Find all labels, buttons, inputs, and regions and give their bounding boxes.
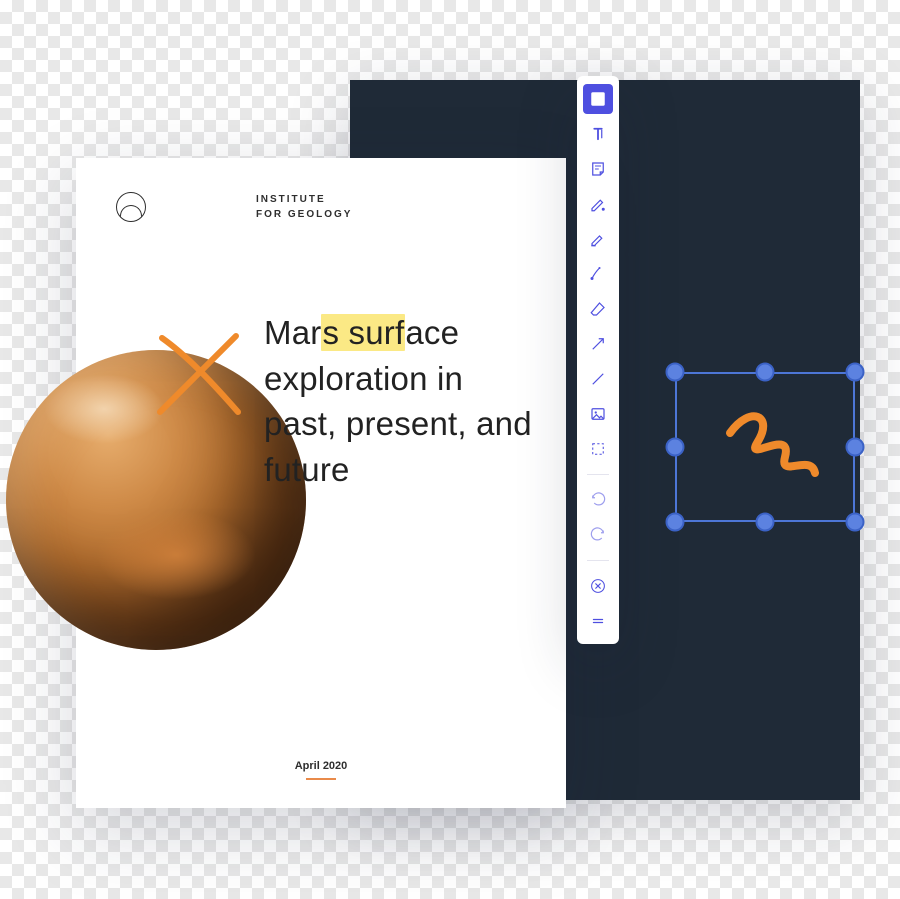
selection-frame[interactable] xyxy=(675,372,855,522)
eraser-tool[interactable] xyxy=(583,294,613,324)
text-box-tool[interactable] xyxy=(583,84,613,114)
close-icon xyxy=(589,577,607,595)
arrow-icon xyxy=(589,335,607,353)
document-page[interactable]: INSTITUTE FOR GEOLOGY Mars surface explo… xyxy=(76,158,566,808)
pen-tool[interactable] xyxy=(583,189,613,219)
selection-handle-e[interactable] xyxy=(846,438,865,457)
selection-handle-s[interactable] xyxy=(756,513,775,532)
logo-icon xyxy=(116,192,146,222)
toolbar-divider xyxy=(587,560,609,561)
drag-handle[interactable] xyxy=(583,606,613,636)
note-tool[interactable] xyxy=(583,154,613,184)
ink-icon xyxy=(589,265,607,283)
text-box-icon xyxy=(589,90,607,108)
crop-icon xyxy=(589,440,607,458)
redo-icon xyxy=(589,526,607,544)
annotation-toolbar xyxy=(577,76,619,644)
ink-tool[interactable] xyxy=(583,259,613,289)
image-icon xyxy=(589,405,607,423)
stage: INSTITUTE FOR GEOLOGY Mars surface explo… xyxy=(0,0,900,899)
selection-rect xyxy=(675,372,855,522)
selection-handle-n[interactable] xyxy=(756,363,775,382)
document-title: Mars surface exploration in past, presen… xyxy=(264,310,536,492)
document-date: April 2020 xyxy=(76,760,566,780)
mars-illustration xyxy=(6,350,306,650)
date-underline xyxy=(306,778,336,780)
redo-button[interactable] xyxy=(583,520,613,550)
note-icon xyxy=(589,160,607,178)
document-date-text: April 2020 xyxy=(295,760,348,772)
title-text-pre: Mar xyxy=(264,314,321,351)
highlighter-tool[interactable] xyxy=(583,224,613,254)
highlighter-icon xyxy=(589,230,607,248)
organisation-name-line2: FOR GEOLOGY xyxy=(256,209,352,220)
text-cursor-tool[interactable] xyxy=(583,119,613,149)
line-icon xyxy=(589,370,607,388)
selection-handle-w[interactable] xyxy=(666,438,685,457)
eraser-icon xyxy=(589,300,607,318)
selection-handle-nw[interactable] xyxy=(666,363,685,382)
arrow-tool[interactable] xyxy=(583,329,613,359)
selection-handle-ne[interactable] xyxy=(846,363,865,382)
selection-handle-se[interactable] xyxy=(846,513,865,532)
image-tool[interactable] xyxy=(583,399,613,429)
pen-icon xyxy=(589,195,607,213)
text-cursor-icon xyxy=(589,125,607,143)
selection-handle-sw[interactable] xyxy=(666,513,685,532)
crop-tool[interactable] xyxy=(583,434,613,464)
line-tool[interactable] xyxy=(583,364,613,394)
drag-handle-icon xyxy=(589,612,607,630)
title-highlight: s surf xyxy=(321,314,405,351)
undo-button[interactable] xyxy=(583,485,613,515)
undo-icon xyxy=(589,491,607,509)
close-button[interactable] xyxy=(583,571,613,601)
organisation-name-line1: INSTITUTE xyxy=(256,194,326,205)
toolbar-divider xyxy=(587,474,609,475)
organisation-name: INSTITUTE FOR GEOLOGY xyxy=(256,192,352,222)
document-header: INSTITUTE FOR GEOLOGY xyxy=(76,158,566,222)
